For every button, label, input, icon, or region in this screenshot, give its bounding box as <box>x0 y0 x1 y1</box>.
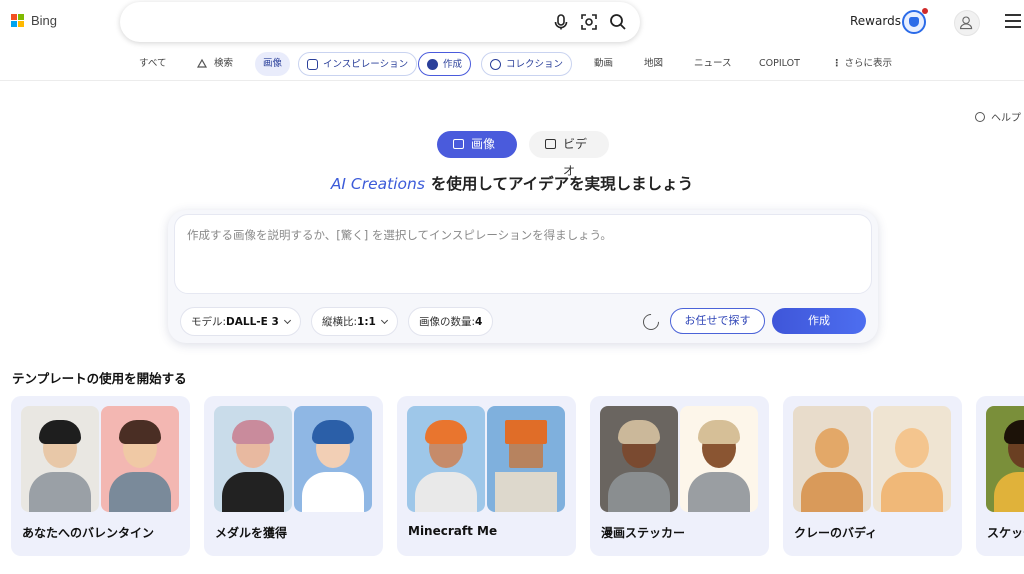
user-icon[interactable] <box>954 10 980 36</box>
tab-videos[interactable]: 動画 <box>594 52 613 76</box>
tab-all[interactable]: すべて <box>139 52 166 76</box>
template-photo <box>600 406 678 512</box>
help-label: ヘルプ <box>991 113 1021 124</box>
template-photo <box>21 406 99 512</box>
collection-icon <box>490 59 501 70</box>
image-sparkle-icon <box>307 59 318 70</box>
template-card[interactable]: あなたへのバレンタイン <box>11 396 190 556</box>
image-count-selector[interactable]: 画像の数量:4 <box>408 307 494 336</box>
template-illustration <box>294 406 372 512</box>
chevron-down-icon <box>283 316 291 325</box>
tab-more-label: さらに表示 <box>844 58 893 69</box>
help-link[interactable]: ヘルプ <box>975 109 1021 124</box>
headline-text: を使用してアイデアを実現しましょう <box>430 175 694 193</box>
tab-more[interactable]: ⋮ さらに表示 <box>832 52 892 76</box>
toggle-image[interactable]: 画像 <box>437 131 517 158</box>
tab-collections-label: コレクション <box>506 59 564 70</box>
more-dots-icon: ⋮ <box>832 58 842 69</box>
template-carousel: あなたへのバレンタイン メダルを獲得 Minecraft Me 漫画ステッカー <box>11 396 1024 556</box>
surprise-me-button[interactable]: お任せで探す <box>670 308 765 334</box>
video-icon <box>545 139 556 149</box>
template-illustration <box>101 406 179 512</box>
template-card-label: あなたへのバレンタイン <box>22 526 155 540</box>
tab-inspiration-label: インスピレーション <box>323 59 409 70</box>
chevron-down-icon <box>380 316 388 325</box>
toggle-video[interactable]: ビデオ <box>529 131 609 178</box>
template-card[interactable]: スケッチ <box>976 396 1024 556</box>
search-input[interactable] <box>138 10 538 34</box>
template-card-label: 漫画ステッカー <box>601 526 686 540</box>
tab-maps[interactable]: 地図 <box>644 52 663 76</box>
microphone-icon[interactable] <box>552 13 570 31</box>
image-icon <box>453 139 464 149</box>
prompt-input[interactable] <box>187 227 857 287</box>
template-card[interactable]: 漫画ステッカー <box>590 396 769 556</box>
tab-copilot[interactable]: COPILOT <box>759 52 800 76</box>
template-illustration <box>487 406 565 512</box>
nav-divider <box>0 80 1024 81</box>
aspect-ratio-selector[interactable]: 縦横比:1:1 <box>311 307 398 336</box>
rewards-label[interactable]: Rewards <box>850 14 901 28</box>
toggle-image-label: 画像 <box>471 137 496 151</box>
rewards-trophy-icon[interactable] <box>902 8 928 34</box>
scope-nav: すべて 検索 画像 インスピレーション 作成 コレクション 動画 地図 ニュース… <box>0 50 1024 78</box>
template-photo <box>407 406 485 512</box>
template-illustration <box>680 406 758 512</box>
search-box[interactable] <box>120 2 640 42</box>
tab-search[interactable]: 検索 <box>196 52 233 76</box>
tab-create[interactable]: 作成 <box>418 52 472 76</box>
search-icon[interactable] <box>609 13 627 31</box>
bing-logo[interactable]: Bing <box>11 13 57 28</box>
page-headline: AI Creations を使用してアイデアを実現しましょう <box>0 172 1024 194</box>
model-selector[interactable]: モデル:DALL-E 3 <box>180 307 301 336</box>
template-photo <box>793 406 871 512</box>
help-icon <box>975 112 985 122</box>
ratio-value: 1:1 <box>357 316 376 328</box>
visual-search-icon[interactable] <box>580 13 598 31</box>
template-card[interactable]: Minecraft Me <box>397 396 576 556</box>
count-value: 4 <box>475 316 483 328</box>
template-card-label: クレーのバディ <box>794 526 878 540</box>
templates-title: テンプレートの使用を開始する <box>12 371 187 386</box>
tab-inspiration[interactable]: インスピレーション <box>298 52 418 76</box>
tab-create-label: 作成 <box>443 59 463 70</box>
tab-search-label: 検索 <box>214 58 234 69</box>
template-illustration <box>873 406 951 512</box>
microsoft-logo-icon <box>11 13 25 28</box>
copilot-search-icon <box>196 58 208 68</box>
hamburger-icon[interactable] <box>1005 14 1021 28</box>
attach-paperclip-icon[interactable] <box>639 310 663 334</box>
tab-news[interactable]: ニュース <box>694 52 732 76</box>
top-bar: Bing Rewards <box>0 0 1024 44</box>
template-card-label: Minecraft Me <box>408 524 498 538</box>
prompt-box[interactable] <box>174 214 872 294</box>
count-label: 画像の数量: <box>419 316 476 328</box>
model-value: DALL-E 3 <box>226 316 279 328</box>
logo-text: Bing <box>31 13 58 28</box>
template-card[interactable]: メダルを獲得 <box>204 396 383 556</box>
template-photo <box>214 406 292 512</box>
tab-images[interactable]: 画像 <box>255 52 291 76</box>
model-label: モデル: <box>191 316 227 328</box>
template-card-label: スケッチ <box>987 526 1024 540</box>
brush-icon <box>427 59 438 70</box>
ratio-label: 縦横比: <box>322 316 358 328</box>
template-photo <box>986 406 1024 512</box>
headline-accent[interactable]: AI Creations <box>331 175 425 193</box>
tab-collections[interactable]: コレクション <box>481 52 573 76</box>
create-button[interactable]: 作成 <box>772 308 866 334</box>
template-card[interactable]: クレーのバディ <box>783 396 962 556</box>
template-card-label: メダルを獲得 <box>215 526 288 540</box>
prompt-composer: モデル:DALL-E 3 縦横比:1:1 画像の数量:4 お任せで探す 作成 <box>168 210 878 343</box>
